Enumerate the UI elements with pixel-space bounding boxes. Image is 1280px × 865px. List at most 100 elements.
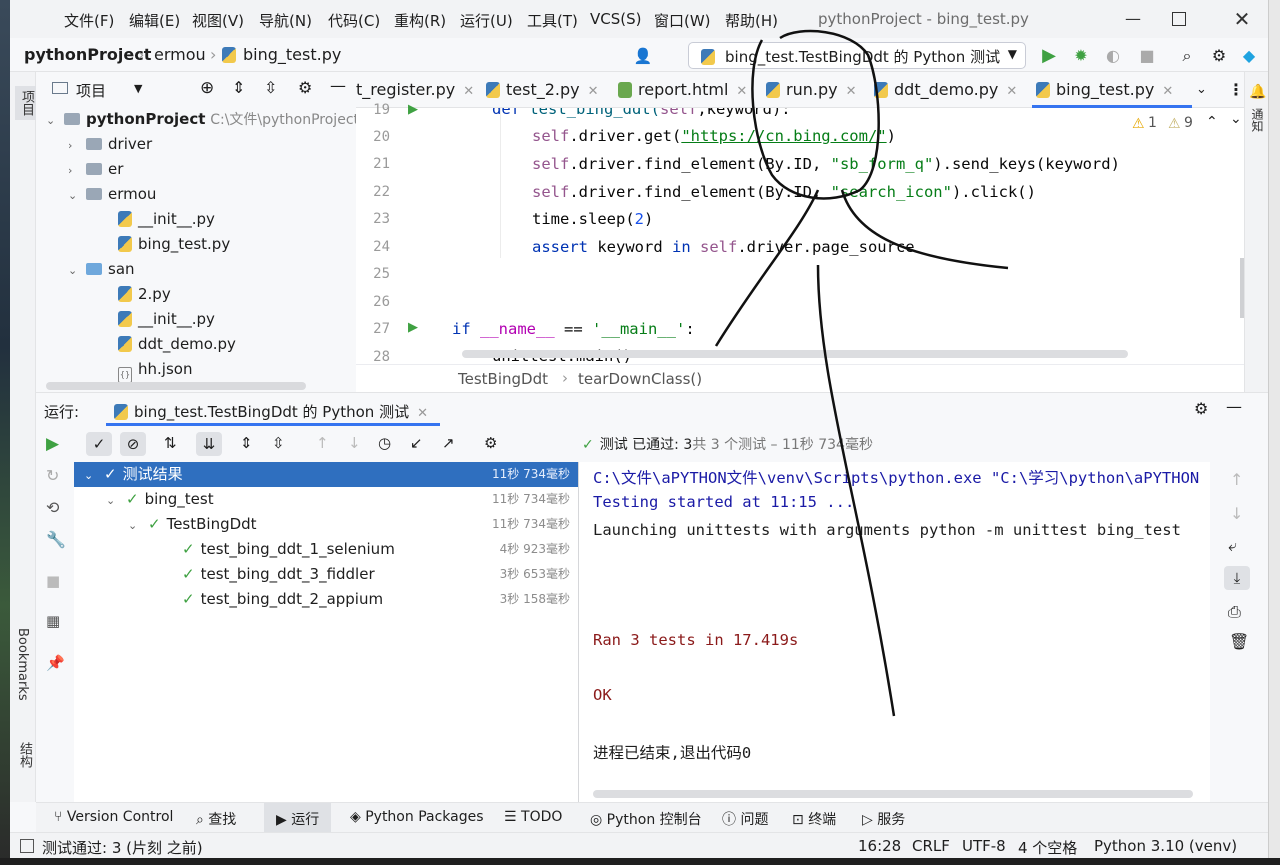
debug-icon[interactable]: ✹ <box>1070 45 1092 67</box>
tree-item[interactable]: ⌄ ermou <box>68 182 156 207</box>
notification-icon[interactable]: 🔔 <box>1249 84 1266 100</box>
menu-tools[interactable]: 工具(T) <box>527 10 578 31</box>
project-tool-button[interactable]: 项目 <box>15 86 38 120</box>
file-encoding[interactable]: UTF-8 <box>962 837 1006 855</box>
rerun-icon[interactable]: ▶ <box>46 434 59 454</box>
chevron-down-icon[interactable]: ▼ <box>134 82 142 95</box>
locate-icon[interactable]: ⊕ <box>200 78 214 98</box>
tool-run[interactable]: ▶ 运行 <box>264 803 332 833</box>
gear-icon[interactable]: ⚙ <box>1194 399 1208 418</box>
rerun-failed-icon[interactable]: ↻ <box>46 466 59 485</box>
cursor-position[interactable]: 16:28 <box>858 837 901 855</box>
user-icon[interactable]: 👤▾ <box>632 45 654 87</box>
tree-item[interactable]: bing_test.py <box>118 232 230 257</box>
breadcrumb-file[interactable]: bing_test.py <box>243 45 341 64</box>
run-configuration-select[interactable]: bing_test.TestBingDdt 的 Python 测试 ▼ <box>688 42 1026 69</box>
test-row[interactable]: ✓ test_bing_ddt_3_fiddler 3秒 653毫秒 <box>74 562 578 587</box>
chevron-down-icon[interactable]: ⌄ <box>1230 111 1242 127</box>
minimize-icon[interactable]: — <box>1122 8 1144 30</box>
tree-item[interactable]: __init__.py <box>118 307 215 332</box>
tree-item[interactable]: ddt_demo.py <box>118 332 236 357</box>
test-row[interactable]: ✓ test_bing_ddt_2_appium 3秒 158毫秒 <box>74 587 578 612</box>
gear-icon[interactable]: ⚙ <box>484 434 497 452</box>
layout-toggle-icon[interactable] <box>20 839 34 853</box>
tree-item[interactable]: › er <box>68 157 123 182</box>
search-icon[interactable]: ⌕ <box>1176 45 1198 67</box>
close-icon[interactable]: ✕ <box>1231 8 1253 30</box>
run-tab[interactable]: bing_test.TestBingDdt 的 Python 测试 ✕ <box>114 401 428 422</box>
notifications-tool-button[interactable]: 通知 <box>1249 108 1266 132</box>
hide-icon[interactable]: — <box>1226 397 1242 416</box>
menu-run[interactable]: 运行(U) <box>460 10 513 31</box>
plugin-icon[interactable]: ◆ <box>1238 45 1260 67</box>
expand-all-icon[interactable]: ⇕ <box>232 78 245 97</box>
scroll-to-end-icon[interactable]: ⤓ <box>1224 566 1250 590</box>
close-icon[interactable]: ✕ <box>463 84 474 99</box>
breadcrumb-project[interactable]: pythonProject <box>24 45 151 64</box>
gear-icon[interactable]: ⚙ <box>298 78 312 97</box>
stop-icon[interactable]: ■ <box>46 572 60 590</box>
tab-ddt-demo[interactable]: ddt_demo.py ✕ <box>874 80 1017 99</box>
project-panel-title[interactable]: 项目 <box>76 80 106 101</box>
menu-view[interactable]: 视图(V) <box>192 10 244 31</box>
tool-version-control[interactable]: ⑂ Version Control <box>54 809 173 825</box>
tab-test-2[interactable]: test_2.py ✕ <box>486 80 599 99</box>
console-output[interactable]: C:\文件\aPYTHON文件\venv\Scripts\python.exe … <box>578 462 1210 802</box>
export-icon[interactable]: ↗ <box>442 434 455 452</box>
history-icon[interactable]: ◷ <box>378 434 391 452</box>
close-icon[interactable]: ✕ <box>1162 84 1173 99</box>
arrow-down-icon[interactable]: ↓ <box>348 434 361 452</box>
close-icon[interactable]: ✕ <box>736 84 747 99</box>
collapse-all-icon[interactable]: ⇳ <box>264 78 277 97</box>
tool-services[interactable]: ▷ 服务 <box>862 809 905 829</box>
tree-item[interactable]: 2.py <box>118 282 171 307</box>
wrench-icon[interactable]: 🔧 <box>46 530 66 549</box>
test-row[interactable]: ⌄ ✓ 测试结果 11秒 734毫秒 <box>74 462 578 487</box>
chevron-up-icon[interactable]: ⌃ <box>1206 114 1218 130</box>
test-row[interactable]: ✓ test_bing_ddt_1_selenium 4秒 923毫秒 <box>74 537 578 562</box>
tree-root[interactable]: ⌄ pythonProject C:\文件\pythonProject <box>46 107 356 132</box>
tool-python-packages[interactable]: ◈ Python Packages <box>350 809 484 825</box>
menu-code[interactable]: 代码(C) <box>328 10 380 31</box>
print-icon[interactable]: ⎙ <box>1228 602 1241 622</box>
trash-icon[interactable]: 🗑 <box>1229 632 1249 651</box>
code-editor[interactable]: def test_bing_ddt(self,keyword): self.dr… <box>446 108 1244 364</box>
menu-vcs[interactable]: VCS(S) <box>590 10 641 28</box>
arrow-up-icon[interactable]: ↑ <box>316 434 329 452</box>
tab-run-py[interactable]: run.py ✕ <box>766 80 856 99</box>
python-interpreter[interactable]: Python 3.10 (venv) <box>1094 837 1237 855</box>
tree-item[interactable]: › driver <box>68 132 152 157</box>
chevron-down-icon[interactable]: ⌄ <box>1196 82 1207 97</box>
tree-item[interactable]: ⌄ san <box>68 257 135 282</box>
breadcrumb-method[interactable]: tearDownClass() <box>578 370 702 388</box>
tool-problems[interactable]: ⓘ 问题 <box>722 809 768 829</box>
expand-all-icon[interactable]: ⇕ <box>240 434 253 452</box>
horizontal-scrollbar[interactable] <box>462 350 1128 358</box>
test-row[interactable]: ⌄ ✓ bing_test 11秒 734毫秒 <box>74 487 578 512</box>
import-icon[interactable]: ↙ <box>410 434 423 452</box>
pin-icon[interactable]: 📌 <box>46 654 65 672</box>
menu-navigate[interactable]: 导航(N) <box>259 10 312 31</box>
show-passed-icon[interactable]: ✓ <box>86 432 112 456</box>
breadcrumb-class[interactable]: TestBingDdt <box>458 370 548 388</box>
tab-t-register[interactable]: t_register.py ✕ <box>356 80 474 99</box>
arrow-down-icon[interactable]: ↓ <box>1230 504 1243 523</box>
horizontal-scrollbar[interactable] <box>46 382 306 390</box>
toggle-auto-test-icon[interactable]: ⟲ <box>46 498 59 517</box>
indent-setting[interactable]: 4 个空格 <box>1018 837 1077 858</box>
tree-item[interactable]: {} hh.json <box>118 357 192 383</box>
status-message[interactable]: 测试通过: 3 (片刻 之前) <box>42 837 203 858</box>
menu-edit[interactable]: 编辑(E) <box>129 10 180 31</box>
test-row[interactable]: ⌄ ✓ TestBingDdt 11秒 734毫秒 <box>74 512 578 537</box>
more-icon[interactable]: ⋮ <box>1228 80 1244 99</box>
run-main-gutter-icon[interactable]: ▶ <box>408 320 418 335</box>
stop-icon[interactable]: ■ <box>1136 45 1158 67</box>
tool-find[interactable]: ⌕ 查找 <box>196 809 236 829</box>
menu-file[interactable]: 文件(F) <box>64 10 114 31</box>
run-icon[interactable]: ▶ <box>1038 45 1060 67</box>
sort-alpha-icon[interactable]: ⇅ <box>164 434 177 452</box>
tool-terminal[interactable]: ⊡ 终端 <box>792 809 836 829</box>
soft-wrap-icon[interactable]: ⤶ <box>1228 536 1237 556</box>
run-test-gutter-icon[interactable]: ▶ <box>408 102 418 117</box>
close-icon[interactable]: ✕ <box>1006 84 1017 99</box>
